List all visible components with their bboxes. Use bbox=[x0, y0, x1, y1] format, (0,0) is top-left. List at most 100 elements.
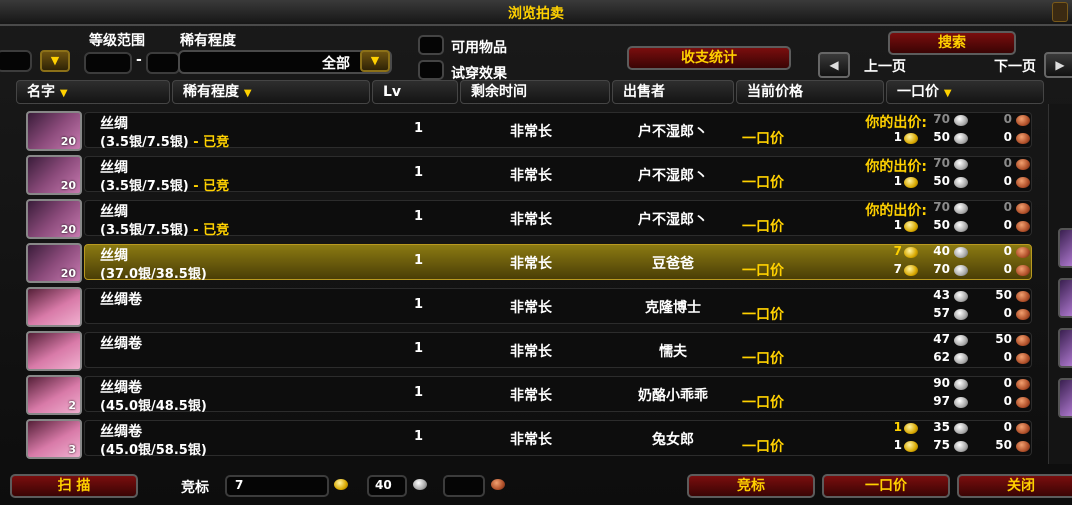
bid-silver-value: 40 bbox=[375, 478, 392, 492]
name-dropdown-button[interactable]: ▼ bbox=[40, 50, 70, 72]
search-name-input[interactable] bbox=[0, 50, 32, 72]
buyout-tag: 一口价 bbox=[742, 307, 784, 323]
buyout-copper: 50 bbox=[995, 438, 1012, 452]
silk-cloth-icon[interactable]: 20 bbox=[26, 199, 82, 239]
bid-copper: 0 bbox=[1003, 420, 1012, 434]
usable-label: 可用物品 bbox=[451, 40, 507, 56]
bid-copper: 0 bbox=[1003, 376, 1012, 390]
table-row[interactable]: 20 丝绸 (3.5银/7.5银) - 已竞 1 非常长 户不湿郎丶 一口价 你… bbox=[22, 110, 1032, 151]
copper-coin-icon bbox=[1016, 423, 1030, 434]
your-bid-label: 你的出价: bbox=[865, 203, 927, 219]
bolt-of-silk-icon[interactable] bbox=[26, 331, 82, 371]
search-button[interactable]: 搜索 bbox=[888, 31, 1016, 55]
buyout-copper: 0 bbox=[1003, 262, 1012, 276]
scan-button[interactable]: 扫 描 bbox=[10, 474, 138, 498]
bid-copper: 50 bbox=[995, 332, 1012, 346]
bid-button[interactable]: 竞标 bbox=[687, 474, 815, 498]
item-level: 1 bbox=[414, 121, 424, 136]
item-name: 丝绸卷 bbox=[100, 292, 142, 308]
rarity-label: 稀有程度 bbox=[180, 33, 236, 49]
stack-count: 2 bbox=[68, 399, 76, 412]
table-row[interactable]: 20 丝绸 (3.5银/7.5银) - 已竞 1 非常长 户不湿郎丶 一口价 你… bbox=[22, 198, 1032, 239]
min-level-input[interactable] bbox=[84, 52, 132, 74]
table-row[interactable]: 丝绸卷 1 非常长 克隆博士 一口价 43 50 57 0 bbox=[22, 286, 1032, 327]
buyout-button[interactable]: 一口价 bbox=[822, 474, 950, 498]
silver-coin-icon bbox=[954, 441, 968, 452]
copper-coin-icon bbox=[1016, 247, 1030, 258]
bid-gold-input[interactable]: 7 bbox=[225, 475, 329, 497]
level-range-label: 等级范围 bbox=[89, 33, 145, 49]
time-left: 非常长 bbox=[510, 124, 552, 140]
col-name[interactable]: 名字 ▼ bbox=[16, 80, 170, 104]
row-background bbox=[84, 332, 1032, 368]
item-name: 丝绸 bbox=[100, 160, 128, 176]
seller-name: 豆爸爸 bbox=[652, 256, 694, 272]
silver-coin-icon bbox=[954, 203, 968, 214]
buyout-silver: 97 bbox=[933, 394, 950, 408]
close-corner-icon[interactable] bbox=[1052, 2, 1068, 22]
rarity-dropdown-button[interactable]: ▼ bbox=[360, 50, 390, 72]
bolt-of-silk-icon[interactable]: 3 bbox=[26, 419, 82, 459]
side-tab-icon[interactable] bbox=[1058, 378, 1072, 418]
bid-silver-input[interactable]: 40 bbox=[367, 475, 407, 497]
bolt-of-silk-icon[interactable] bbox=[26, 287, 82, 327]
table-row[interactable]: 丝绸卷 1 非常长 懦夫 一口价 47 50 62 0 bbox=[22, 330, 1032, 371]
buyout-copper: 0 bbox=[1003, 394, 1012, 408]
buyout-gold: 1 bbox=[893, 130, 902, 144]
side-tab-icon[interactable] bbox=[1058, 328, 1072, 368]
prev-page-label: 上一页 bbox=[864, 59, 906, 75]
item-name: 丝绸卷 bbox=[100, 424, 142, 440]
silk-cloth-icon[interactable]: 20 bbox=[26, 243, 82, 283]
tryon-checkbox[interactable] bbox=[418, 60, 444, 80]
item-level: 1 bbox=[414, 165, 424, 180]
copper-coin-icon bbox=[1016, 309, 1030, 320]
sort-arrow-icon: ▼ bbox=[943, 88, 952, 99]
copper-coin-icon bbox=[1016, 379, 1030, 390]
col-buyout-label: 一口价 bbox=[897, 84, 939, 100]
buyout-silver: 50 bbox=[933, 174, 950, 188]
table-row[interactable]: 20 丝绸 (37.0银/38.5银) 1 非常长 豆爸爸 一口价 7 40 0… bbox=[22, 242, 1032, 283]
buyout-tag: 一口价 bbox=[742, 131, 784, 147]
col-seller[interactable]: 出售者 bbox=[612, 80, 734, 104]
buyout-silver: 62 bbox=[933, 350, 950, 364]
prev-page-button[interactable]: ◀ bbox=[818, 52, 850, 78]
next-page-button[interactable]: ▶ bbox=[1044, 52, 1072, 78]
bid-status: - 已竞 bbox=[188, 223, 230, 238]
bid-silver: 47 bbox=[933, 332, 950, 346]
table-row[interactable]: 3 丝绸卷 (45.0银/58.5银) 1 非常长 兔女郎 一口价 1 35 0… bbox=[22, 418, 1032, 459]
usable-checkbox[interactable] bbox=[418, 35, 444, 55]
unit-price: (3.5银/7.5银) - 已竞 bbox=[100, 131, 229, 150]
col-current-price[interactable]: 当前价格 bbox=[736, 80, 884, 104]
table-row[interactable]: 20 丝绸 (3.5银/7.5银) - 已竞 1 非常长 户不湿郎丶 一口价 你… bbox=[22, 154, 1032, 195]
time-left: 非常长 bbox=[510, 388, 552, 404]
table-row[interactable]: 2 丝绸卷 (45.0银/48.5银) 1 非常长 奶酪小乖乖 一口价 90 0… bbox=[22, 374, 1032, 415]
buyout-copper: 0 bbox=[1003, 174, 1012, 188]
buyout-tag: 一口价 bbox=[742, 263, 784, 279]
col-lv[interactable]: Lv bbox=[372, 80, 458, 104]
silk-cloth-icon[interactable]: 20 bbox=[26, 111, 82, 151]
silver-coin-icon bbox=[954, 379, 968, 390]
buyout-silver: 70 bbox=[933, 262, 950, 276]
max-level-input[interactable] bbox=[146, 52, 180, 74]
side-tab-icon[interactable] bbox=[1058, 278, 1072, 318]
col-buyout[interactable]: 一口价 ▼ bbox=[886, 80, 1044, 104]
seller-name: 懦夫 bbox=[659, 344, 687, 360]
col-time-left[interactable]: 剩余时间 bbox=[460, 80, 610, 104]
stats-button[interactable]: 收支统计 bbox=[627, 46, 791, 70]
copper-coin-icon bbox=[1016, 133, 1030, 144]
item-name: 丝绸 bbox=[100, 248, 128, 264]
item-level: 1 bbox=[414, 253, 424, 268]
bid-copper-input[interactable] bbox=[443, 475, 485, 497]
silk-cloth-icon[interactable]: 20 bbox=[26, 155, 82, 195]
bolt-of-silk-icon[interactable]: 2 bbox=[26, 375, 82, 415]
close-button[interactable]: 关闭 bbox=[957, 474, 1072, 498]
window-title: 浏览拍卖 bbox=[508, 6, 564, 22]
col-rarity[interactable]: 稀有程度 ▼ bbox=[172, 80, 370, 104]
item-name: 丝绸卷 bbox=[100, 336, 142, 352]
unit-price-text: (45.0银/58.5银) bbox=[100, 443, 207, 458]
silver-coin-icon bbox=[954, 133, 968, 144]
side-tab-icon[interactable] bbox=[1058, 228, 1072, 268]
buyout-silver: 50 bbox=[933, 218, 950, 232]
seller-name: 奶酪小乖乖 bbox=[638, 388, 708, 404]
bid-silver: 43 bbox=[933, 288, 950, 302]
